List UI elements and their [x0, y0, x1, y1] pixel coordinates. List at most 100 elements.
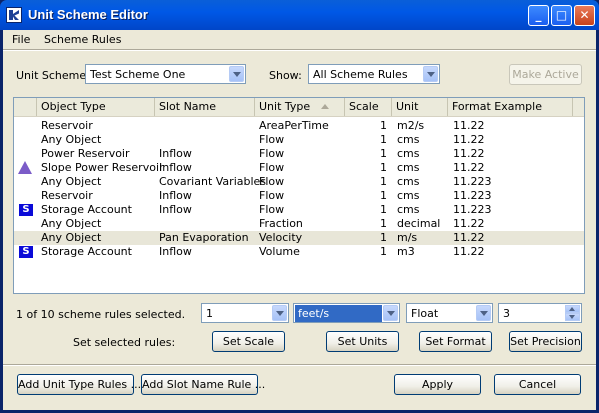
cell-unit-type: Flow: [259, 203, 285, 216]
format-value: Float: [411, 307, 439, 320]
cell-unit: m2/s: [397, 119, 425, 132]
cell-object-type: Any Object: [41, 175, 102, 188]
app-icon: [6, 7, 22, 23]
cell-unit-type: AreaPerTime: [259, 119, 329, 132]
cell-scale: 1: [380, 133, 387, 146]
precision-value: 3: [503, 307, 510, 320]
table-row[interactable]: Any Object Flow 1 cms 11.22: [14, 133, 584, 147]
table-header: Object Type Slot Name Unit Type Scale Un…: [14, 98, 584, 117]
dialog-client-area: File Scheme Rules Unit Scheme: Test Sche…: [3, 30, 596, 410]
cell-slot-name: Inflow: [159, 161, 192, 174]
cell-unit-type: Flow: [259, 175, 285, 188]
unit-scheme-label: Unit Scheme:: [16, 69, 90, 82]
format-select[interactable]: Float: [406, 303, 493, 323]
close-icon: ✕: [579, 8, 590, 22]
cell-unit-type: Fraction: [259, 217, 303, 230]
menu-divider: [3, 49, 596, 51]
increment-icon[interactable]: [565, 305, 580, 313]
decrement-icon[interactable]: [565, 313, 580, 321]
column-header[interactable]: Unit: [392, 98, 448, 116]
units-select[interactable]: feet/s: [293, 303, 400, 323]
cell-format: 11.22: [453, 217, 485, 230]
menu-file[interactable]: File: [12, 33, 30, 46]
scale-select[interactable]: 1: [201, 303, 289, 323]
add-slot-name-rule-button[interactable]: Add Slot Name Rule ...: [141, 374, 265, 395]
cell-format: 11.22: [453, 231, 485, 244]
unit-scheme-select[interactable]: Test Scheme One: [85, 64, 246, 84]
table-row[interactable]: Reservoir Inflow Flow 1 cms 11.223: [14, 189, 584, 203]
show-label: Show:: [269, 69, 302, 82]
chevron-down-icon[interactable]: [383, 305, 398, 321]
set-units-button[interactable]: Set Units: [326, 331, 399, 352]
cell-scale: 1: [380, 189, 387, 202]
cell-unit-type: Flow: [259, 147, 285, 160]
footer-divider: [3, 364, 596, 366]
precision-spinner[interactable]: 3: [498, 303, 582, 323]
unit-scheme-value: Test Scheme One: [90, 68, 186, 81]
cell-slot-name: Inflow: [159, 147, 192, 160]
cell-object-type: Any Object: [41, 231, 102, 244]
title-bar[interactable]: Unit Scheme Editor _ □ ✕: [0, 0, 599, 30]
add-unit-type-rules-button[interactable]: Add Unit Type Rules ...: [17, 374, 141, 395]
cell-object-type: Power Reservoir: [41, 147, 130, 160]
cell-unit: cms: [397, 203, 420, 216]
cell-unit-type: Flow: [259, 161, 285, 174]
cell-slot-name: Inflow: [159, 189, 192, 202]
column-header-label: Unit Type: [259, 100, 311, 113]
maximize-button[interactable]: □: [551, 5, 572, 26]
cell-object-type: Storage Account: [41, 245, 132, 258]
cell-scale: 1: [380, 217, 387, 230]
scale-value: 1: [206, 307, 213, 320]
cell-unit: m/s: [397, 231, 418, 244]
cell-unit-type: Flow: [259, 133, 285, 146]
cell-object-type: Reservoir: [41, 119, 93, 132]
table-row[interactable]: Any Object Pan Evaporation Velocity 1 m/s 11.…: [14, 231, 584, 245]
set-format-button[interactable]: Set Format: [419, 331, 492, 352]
cell-format: 11.22: [453, 161, 485, 174]
cell-unit: cms: [397, 147, 420, 160]
chevron-down-icon[interactable]: [476, 305, 491, 321]
cell-slot-name: Pan Evaporation: [159, 231, 249, 244]
dialog-window: Unit Scheme Editor _ □ ✕ File Scheme Rul…: [0, 0, 599, 413]
column-header[interactable]: Format Example: [448, 98, 573, 116]
cell-format: 11.223: [453, 175, 492, 188]
cell-scale: 1: [380, 231, 387, 244]
storage-account-icon: S: [19, 204, 33, 216]
column-header[interactable]: Slot Name: [155, 98, 255, 116]
slope-power-reservoir-icon: [18, 161, 32, 174]
set-scale-button[interactable]: Set Scale: [212, 331, 285, 352]
table-row[interactable]: Reservoir AreaPerTime 1 m2/s 11.22: [14, 119, 584, 133]
table-row[interactable]: Power Reservoir Inflow Flow 1 cms 11.22: [14, 147, 584, 161]
column-header[interactable]: Scale: [345, 98, 392, 116]
chevron-down-icon[interactable]: [229, 66, 244, 82]
table-row[interactable]: Slope Power Reservoir Inflow Flow 1 cms 11.22: [14, 161, 584, 175]
table-row[interactable]: Any Object Covariant Variables Flow 1 cms 11.…: [14, 175, 584, 189]
minimize-button[interactable]: _: [528, 5, 549, 26]
scheme-rules-table: Object Type Slot Name Unit Type Scale Un…: [13, 97, 585, 294]
cell-unit: cms: [397, 161, 420, 174]
apply-button[interactable]: Apply: [394, 374, 481, 395]
icon-column-header[interactable]: [14, 98, 37, 116]
cell-slot-name: Inflow: [159, 245, 192, 258]
cell-format: 11.22: [453, 119, 485, 132]
make-active-button[interactable]: Make Active: [509, 64, 582, 85]
cell-object-type: Reservoir: [41, 189, 93, 202]
column-header[interactable]: Object Type: [37, 98, 155, 116]
storage-account-icon: S: [19, 246, 33, 258]
chevron-down-icon[interactable]: [423, 66, 438, 82]
cell-format: 11.223: [453, 189, 492, 202]
cell-slot-name: Inflow: [159, 203, 192, 216]
set-precision-button[interactable]: Set Precision: [509, 331, 582, 352]
menu-scheme-rules[interactable]: Scheme Rules: [44, 33, 121, 46]
cancel-button[interactable]: Cancel: [494, 374, 581, 395]
close-button[interactable]: ✕: [574, 5, 595, 26]
cell-unit: decimal: [397, 217, 441, 230]
chevron-down-icon[interactable]: [272, 305, 287, 321]
table-row[interactable]: S Storage Account Inflow Flow 1 cms 11.223: [14, 203, 584, 217]
cell-object-type: Any Object: [41, 133, 102, 146]
cell-scale: 1: [380, 175, 387, 188]
table-row[interactable]: S Storage Account Inflow Volume 1 m3 11.22: [14, 245, 584, 259]
show-filter-select[interactable]: All Scheme Rules: [308, 64, 440, 84]
table-row[interactable]: Any Object Fraction 1 decimal 11.22: [14, 217, 584, 231]
column-header-sorted[interactable]: Unit Type: [255, 98, 345, 116]
